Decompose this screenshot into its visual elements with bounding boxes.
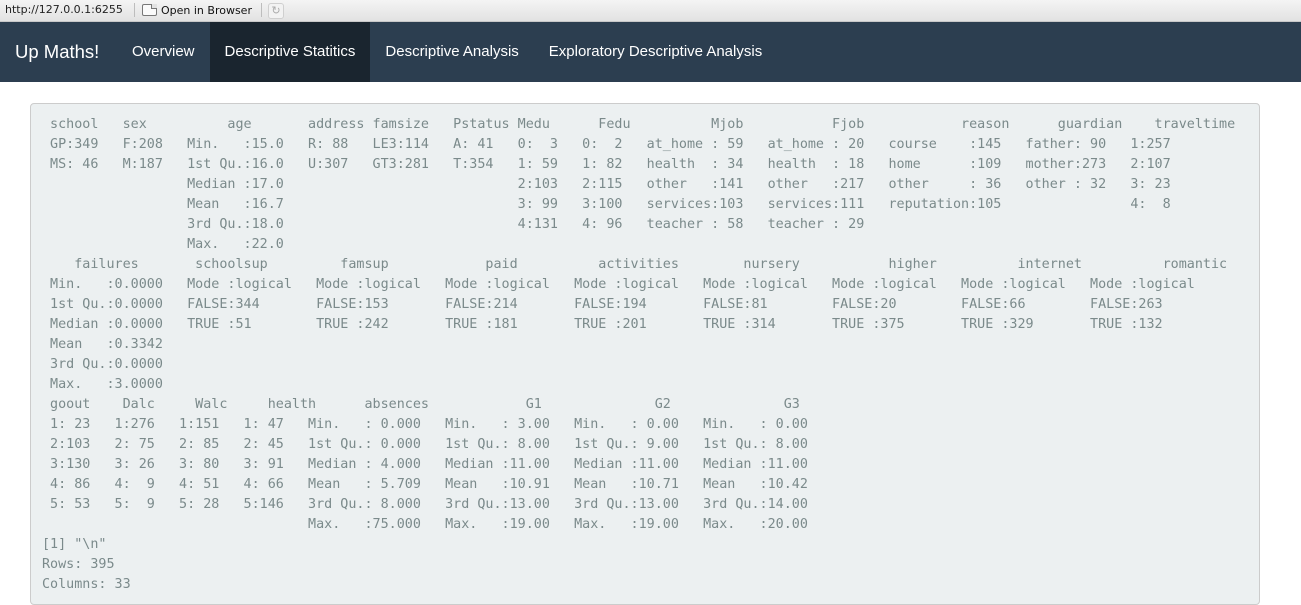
summary-line: Median :17.0 2:103 2:115 other :141 othe… [42,177,1171,192]
summary-line: Median :0.0000 TRUE :51 TRUE :242 TRUE :… [42,317,1163,332]
summary-output-text: school sex age address famsize Pstatus M… [42,115,1235,595]
tab-descriptive-analysis[interactable]: Descriptive Analysis [370,22,533,82]
summary-line: [1] "\n" [42,537,107,552]
summary-line: 4: 86 4: 9 4: 51 4: 66 Mean : 5.709 Mean… [42,477,808,492]
summary-line: MS: 46 M:187 1st Qu.:16.0 U:307 GT3:281 … [42,157,1171,172]
url-text[interactable]: http://127.0.0.1:6255 [5,3,123,16]
summary-line: 3rd Qu.:0.0000 [42,357,163,372]
navbar: Up Maths! Overview Descriptive Statitics… [0,22,1301,82]
refresh-icon[interactable]: ↻ [268,3,284,19]
tab-exploratory-descriptive-analysis[interactable]: Exploratory Descriptive Analysis [534,22,777,82]
summary-line: Rows: 395 [42,557,115,572]
toolbar-divider [261,3,262,17]
brand-title[interactable]: Up Maths! [15,22,99,82]
toolbar-divider [134,3,135,17]
summary-output-panel: school sex age address famsize Pstatus M… [30,103,1260,605]
summary-line: Mean :0.3342 [42,337,163,352]
summary-line: school sex age address famsize Pstatus M… [42,117,1236,132]
summary-line: 3:130 3: 26 3: 80 3: 91 Median : 4.000 M… [42,457,808,472]
summary-line: GP:349 F:208 Min. :15.0 R: 88 LE3:114 A:… [42,137,1171,152]
summary-line: 1st Qu.:0.0000 FALSE:344 FALSE:153 FALSE… [42,297,1163,312]
open-in-browser-button[interactable]: Open in Browser [142,2,252,18]
summary-line: failures schoolsup famsup paid activitie… [42,257,1228,272]
summary-line: Columns: 33 [42,577,131,592]
summary-line: Mean :16.7 3: 99 3:100 services:103 serv… [42,197,1171,212]
summary-line: 1: 23 1:276 1:151 1: 47 Min. : 0.000 Min… [42,417,808,432]
summary-line: 5: 53 5: 9 5: 28 5:146 3rd Qu.: 8.000 3r… [42,497,808,512]
open-in-browser-label: Open in Browser [161,3,252,17]
summary-line: goout Dalc Walc health absences G1 G2 G3 [42,397,800,412]
summary-line: Min. :0.0000 Mode :logical Mode :logical… [42,277,1195,292]
nav-tabs: Overview Descriptive Statitics Descripti… [117,22,777,82]
summary-line: Max. :75.000 Max. :19.00 Max. :19.00 Max… [42,517,808,532]
summary-line: Max. :22.0 [42,237,284,252]
tab-overview[interactable]: Overview [117,22,210,82]
open-in-browser-icon [142,4,157,16]
summary-line: 3rd Qu.:18.0 4:131 4: 96 teacher : 58 te… [42,217,865,232]
tab-descriptive-statitics[interactable]: Descriptive Statitics [209,22,371,82]
browser-toolbar: http://127.0.0.1:6255 Open in Browser ↻ [0,0,1301,22]
summary-line: Max. :3.0000 [42,377,163,392]
summary-line: 2:103 2: 75 2: 85 2: 45 1st Qu.: 0.000 1… [42,437,808,452]
